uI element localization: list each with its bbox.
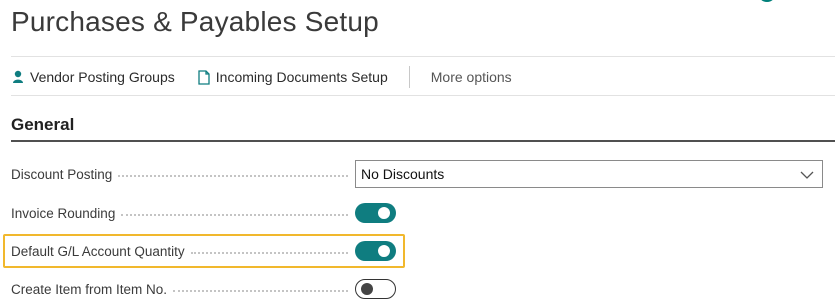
header-divider [11,56,835,57]
discount-posting-select[interactable]: No Discounts [355,160,823,188]
general-section-rule [11,140,835,142]
document-icon [197,69,211,85]
incoming-documents-setup-label: Incoming Documents Setup [215,69,388,85]
invoice-rounding-toggle[interactable] [355,203,396,223]
person-icon [11,69,25,85]
vendor-posting-groups-label: Vendor Posting Groups [30,69,175,85]
invoice-rounding-row: Invoice Rounding [11,199,356,227]
leader-dots [118,174,348,177]
incoming-documents-setup-action[interactable]: Incoming Documents Setup [197,69,388,85]
toggle-knob [378,245,390,257]
vendor-posting-groups-action[interactable]: Vendor Posting Groups [11,69,175,85]
corner-decoration [758,0,776,2]
discount-posting-row: Discount Posting [11,160,356,188]
discount-posting-label: Discount Posting [11,166,113,182]
page-title: Purchases & Payables Setup [11,6,379,37]
invoice-rounding-label: Invoice Rounding [11,205,116,221]
general-section-heading[interactable]: General [11,115,74,135]
action-bar: Vendor Posting Groups Incoming Documents… [11,62,512,92]
leader-dots [121,213,348,216]
default-gl-account-quantity-row: Default G/L Account Quantity [11,237,356,265]
default-gl-account-quantity-toggle[interactable] [355,241,396,261]
default-gl-account-quantity-label: Default G/L Account Quantity [11,243,185,259]
create-item-from-item-no-toggle[interactable] [355,279,396,299]
leader-dots [173,289,348,292]
create-item-from-item-no-label: Create Item from Item No. [11,281,168,297]
actionbar-divider [11,95,835,96]
toggle-knob [361,283,373,295]
leader-dots [190,251,348,254]
toggle-knob [378,207,390,219]
action-separator [408,66,410,88]
more-options-button[interactable]: More options [431,69,512,85]
discount-posting-value: No Discounts [361,166,445,182]
create-item-from-item-no-row: Create Item from Item No. [11,275,356,303]
chevron-down-icon [800,168,814,180]
